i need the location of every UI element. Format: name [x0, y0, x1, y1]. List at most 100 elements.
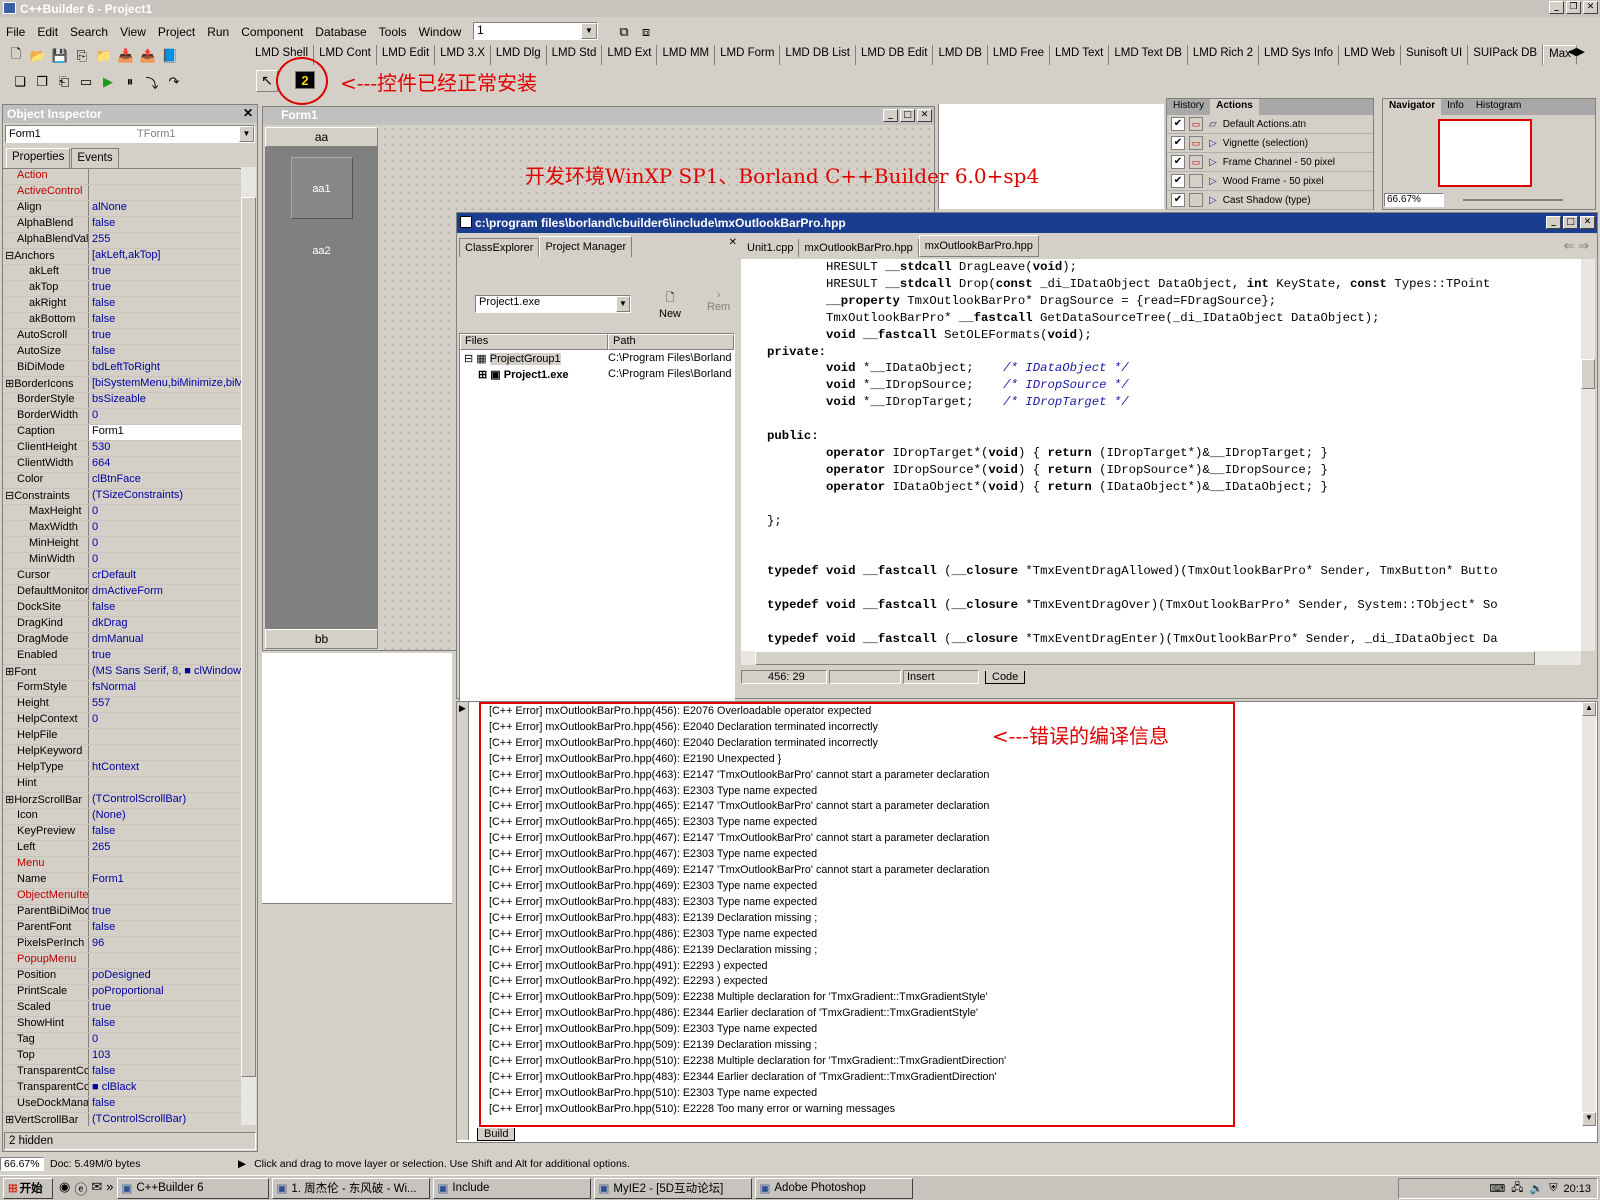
property-row[interactable]: ⊟Constraints (TSizeConstraints)	[3, 489, 241, 505]
property-row[interactable]: Name Form1	[3, 873, 241, 889]
checkmark-icon[interactable]: ✔	[1171, 136, 1185, 150]
action-item[interactable]: ✔ ▭ ▱ Default Actions.atn	[1167, 115, 1373, 134]
dialog-toggle-icon[interactable]: ▭	[1189, 155, 1203, 169]
property-value[interactable]: 96	[89, 937, 241, 952]
tab-class-explorer[interactable]: ClassExplorer	[459, 238, 540, 257]
action-item[interactable]: ✔ ▭ ▷ Vignette (selection)	[1167, 134, 1373, 153]
property-value[interactable]: true	[89, 905, 241, 920]
caret-right-icon[interactable]: ▶	[234, 1158, 246, 1170]
taskbar-button[interactable]: ▣ Adobe Photoshop	[754, 1177, 913, 1199]
property-value[interactable]: false	[89, 825, 241, 840]
property-row[interactable]: HelpKeyword	[3, 745, 241, 761]
property-row[interactable]: AutoSize false	[3, 345, 241, 361]
palette-tab[interactable]: LMD Rich 2	[1188, 45, 1259, 65]
browser-icon[interactable]: ◉	[59, 1179, 70, 1198]
palette-tab[interactable]: LMD Ext	[602, 45, 658, 65]
navigator-thumbnail[interactable]	[1438, 119, 1532, 187]
property-row[interactable]: Hint	[3, 777, 241, 793]
menu-edit[interactable]: Edit	[31, 25, 64, 39]
tab-project-manager[interactable]: Project Manager	[539, 236, 633, 257]
property-row[interactable]: Icon (None)	[3, 809, 241, 825]
minimize-button[interactable]: _	[1546, 216, 1561, 229]
more-icon[interactable]: »	[106, 1179, 113, 1198]
clock[interactable]: 20:13	[1563, 1183, 1591, 1195]
property-value[interactable]: true	[89, 281, 241, 296]
tab-actions[interactable]: Actions	[1210, 99, 1259, 115]
action-item[interactable]: ✔ ▷ Wood Frame - 50 pixel	[1167, 172, 1373, 191]
property-row[interactable]: DefaultMonitor dmActiveForm	[3, 585, 241, 601]
outlook-header-bb[interactable]: bb	[265, 629, 378, 649]
new-form-icon[interactable]: ▭	[76, 72, 96, 92]
property-value[interactable]: 103	[89, 1049, 241, 1064]
minimize-button[interactable]: _	[883, 109, 898, 122]
property-value[interactable]: 0	[89, 553, 241, 568]
property-row[interactable]: ParentFont false	[3, 921, 241, 937]
property-row[interactable]: TransparentCol false	[3, 1065, 241, 1081]
open-project-icon[interactable]: 📁	[94, 46, 114, 66]
property-row[interactable]: akRight false	[3, 297, 241, 313]
property-row[interactable]: ObjectMenuItem	[3, 889, 241, 905]
property-row[interactable]: HelpType htContext	[3, 761, 241, 777]
property-row[interactable]: MaxWidth 0	[3, 521, 241, 537]
property-value[interactable]: bsSizeable	[89, 393, 241, 408]
property-value[interactable]: [biSystemMenu,biMinimize,biMa	[89, 377, 241, 392]
tab-histogram[interactable]: Histogram	[1470, 99, 1528, 115]
tab-build[interactable]: Build	[477, 1128, 516, 1141]
palette-tab[interactable]: LMD Dlg	[491, 45, 547, 65]
toggle-form-unit-icon[interactable]: ⎗	[54, 72, 74, 92]
tab-navigator[interactable]: Navigator	[1383, 99, 1442, 115]
property-row[interactable]: DragKind dkDrag	[3, 617, 241, 633]
property-row[interactable]: HelpFile	[3, 729, 241, 745]
close-icon[interactable]: ✕	[729, 237, 737, 248]
menu-database[interactable]: Database	[309, 25, 372, 39]
dialog-toggle-icon[interactable]: ▭	[1189, 117, 1203, 131]
action-item[interactable]: ✔ ▷ Cast Shadow (type)	[1167, 191, 1373, 210]
property-row[interactable]: MinHeight 0	[3, 537, 241, 553]
checkmark-icon[interactable]: ✔	[1171, 117, 1185, 131]
menu-tools[interactable]: Tools	[373, 25, 413, 39]
property-value[interactable]: false	[89, 921, 241, 936]
property-row[interactable]: ClientHeight 530	[3, 441, 241, 457]
property-value[interactable]: dmActiveForm	[89, 585, 241, 600]
tab-properties[interactable]: Properties	[6, 148, 71, 168]
code-view[interactable]: HRESULT __stdcall DragLeave(void); HRESU…	[741, 259, 1581, 651]
network-icon[interactable]: 🖧	[1511, 1179, 1523, 1198]
property-row[interactable]: PixelsPerInch 96	[3, 937, 241, 953]
property-row[interactable]: Menu	[3, 857, 241, 873]
restore-button[interactable]: ❐	[1566, 1, 1581, 14]
expand-icon[interactable]: ⊟	[5, 490, 14, 502]
property-value[interactable]: false	[89, 297, 241, 312]
property-value[interactable]: false	[89, 601, 241, 616]
dialog-toggle-icon[interactable]	[1189, 174, 1203, 188]
property-value[interactable]: (TControlScrollBar)	[89, 1113, 241, 1126]
property-row[interactable]: Enabled true	[3, 649, 241, 665]
palette-scroll[interactable]: ◀▶	[1568, 45, 1585, 58]
save-all-icon[interactable]: ⎘	[72, 46, 92, 66]
property-value[interactable]	[89, 857, 241, 872]
property-row[interactable]: Scaled true	[3, 1001, 241, 1017]
expand-icon[interactable]: ⊞	[5, 378, 14, 390]
view-unit-icon[interactable]: ❏	[10, 72, 30, 92]
property-row[interactable]: Left 265	[3, 841, 241, 857]
app-icon[interactable]	[3, 2, 16, 14]
property-value[interactable]: 0	[89, 713, 241, 728]
palette-tab[interactable]: LMD Edit	[377, 45, 436, 65]
expand-icon[interactable]: ⊞	[5, 666, 14, 678]
property-row[interactable]: AlphaBlendValu 255	[3, 233, 241, 249]
scroll-down-icon[interactable]: ▼	[1582, 1112, 1596, 1126]
property-row[interactable]: FormStyle fsNormal	[3, 681, 241, 697]
property-row[interactable]: Align alNone	[3, 201, 241, 217]
outlook-item-aa2[interactable]: aa2	[265, 245, 378, 257]
property-row[interactable]: MinWidth 0	[3, 553, 241, 569]
property-row[interactable]: Height 557	[3, 697, 241, 713]
col-files[interactable]: Files	[460, 334, 608, 350]
property-value[interactable]: Form1	[89, 873, 241, 888]
property-row[interactable]: BorderWidth 0	[3, 409, 241, 425]
zoom-slider[interactable]	[1463, 199, 1563, 201]
property-row[interactable]: Caption Form1	[3, 425, 241, 441]
property-value[interactable]	[89, 185, 241, 200]
palette-tab[interactable]: LMD DB List	[780, 45, 856, 65]
tab-info[interactable]: Info	[1441, 99, 1470, 115]
remove-button[interactable]: › Rem	[707, 289, 730, 313]
tree-row-project[interactable]: ⊞ ▣ Project1.exe C:\Program Files\Borland	[460, 368, 734, 384]
